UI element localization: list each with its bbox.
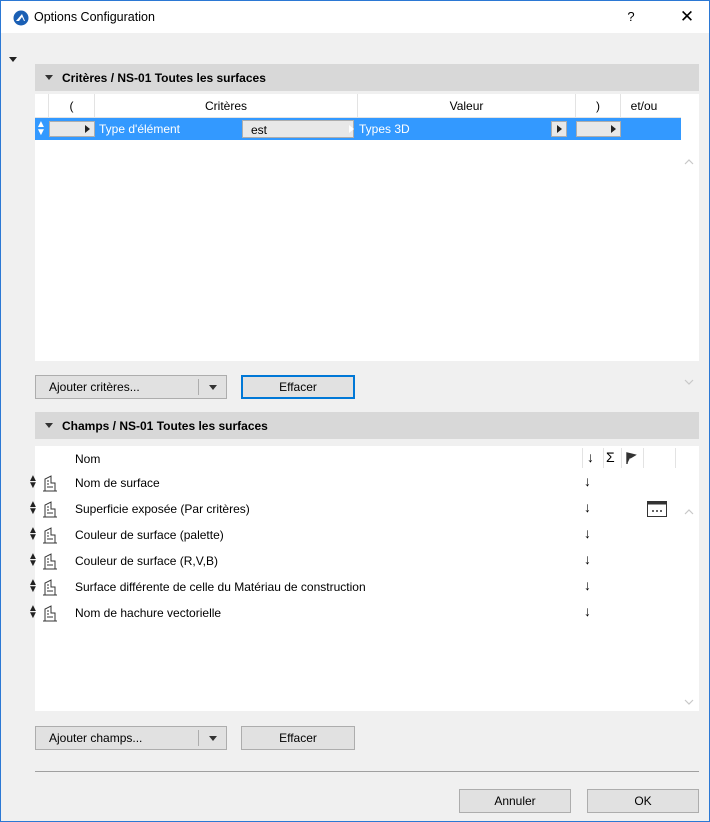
open-paren-column-header: ( (49, 94, 95, 118)
criteria-scroll-down-icon[interactable] (681, 376, 697, 388)
value-browse-button[interactable] (551, 121, 567, 137)
drag-column-header (35, 94, 49, 118)
fields-section-title: Champs / NS-01 Toutes les surfaces (62, 419, 268, 433)
field-row[interactable]: ▲ ▼ Surface différente de celle du Matéri… (28, 574, 681, 600)
sort-arrow-icon[interactable]: ↓ (584, 577, 591, 593)
add-criteria-button[interactable]: Ajouter critères... (35, 375, 227, 399)
and-or-column-header: et/ou (630, 99, 658, 113)
building-element-icon (43, 553, 57, 570)
building-element-icon (43, 605, 57, 622)
field-name: Nom de surface (75, 476, 160, 490)
sort-arrow-icon[interactable]: ↓ (584, 525, 591, 541)
close-paren-select[interactable] (576, 121, 621, 137)
field-name: Couleur de surface (palette) (75, 528, 224, 542)
row-drag-handle-icon[interactable]: ▲ ▼ (28, 474, 38, 491)
operator-arrow-icon[interactable] (349, 125, 354, 133)
field-row[interactable]: ▲ ▼ Nom de hachure vectorielle ↓ (28, 600, 681, 626)
field-name: Surface différente de celle du Matériau … (75, 580, 366, 594)
sort-arrow-icon[interactable]: ↓ (584, 473, 591, 489)
add-fields-label: Ajouter champs... (49, 731, 143, 745)
sum-column-icon[interactable]: Σ (606, 449, 615, 465)
help-button[interactable]: ? (613, 5, 649, 29)
add-criteria-label: Ajouter critères... (49, 380, 140, 394)
operator-value: est (251, 123, 268, 137)
add-fields-button[interactable]: Ajouter champs... (35, 726, 227, 750)
collapse-triangle-icon[interactable] (45, 423, 53, 428)
row-drag-handle-icon[interactable]: ▲ ▼ (35, 120, 47, 138)
building-element-icon (43, 475, 57, 492)
dialog-window: Options Configuration ? ✕ Critères / NS-… (0, 0, 710, 822)
value-column-header: Valeur (358, 94, 576, 118)
close-button[interactable]: ✕ (669, 5, 705, 29)
row-drag-handle-icon[interactable]: ▲ ▼ (28, 552, 38, 569)
criteria-value[interactable]: Types 3D (359, 122, 410, 136)
name-column-header: Nom (75, 452, 101, 466)
sort-column-icon[interactable]: ↓ (587, 449, 594, 465)
row-drag-handle-icon[interactable]: ▲ ▼ (28, 500, 38, 517)
sort-arrow-icon[interactable]: ↓ (584, 551, 591, 567)
fields-section-header[interactable]: Champs / NS-01 Toutes les surfaces (35, 412, 699, 439)
fields-list: Nom ↓ Σ ▲ ▼ Nom de surface ↓ ▲ ▼ Superfi… (28, 446, 699, 711)
collapse-triangle-icon[interactable] (45, 75, 53, 80)
criteria-row[interactable]: ▲ ▼ Type d'élément est Types 3D (35, 118, 681, 140)
criteria-section-header[interactable]: Critères / NS-01 Toutes les surfaces (35, 64, 699, 91)
dialog-client: Critères / NS-01 Toutes les surfaces ( C… (1, 33, 709, 821)
field-row[interactable]: ▲ ▼ Superficie exposée (Par critères) ↓ (28, 496, 681, 522)
chevron-down-icon[interactable] (209, 385, 217, 390)
archicad-app-icon (13, 10, 29, 26)
sort-arrow-icon[interactable]: ↓ (584, 603, 591, 619)
fields-scroll-up-icon[interactable] (681, 506, 697, 518)
open-paren-select[interactable] (49, 121, 95, 137)
field-row[interactable]: ▲ ▼ Nom de surface ↓ (28, 470, 681, 496)
building-element-icon (43, 501, 57, 518)
ok-button[interactable]: OK (587, 789, 699, 813)
settings-dialog-icon[interactable] (646, 500, 668, 518)
cancel-button[interactable]: Annuler (459, 789, 571, 813)
criteria-table-header: ( Critères Valeur ) et/ou (35, 94, 681, 118)
window-title: Options Configuration (34, 10, 155, 24)
fields-list-header: Nom ↓ Σ (35, 446, 681, 470)
criteria-type-value[interactable]: Type d'élément (99, 122, 180, 136)
building-element-icon (43, 527, 57, 544)
row-drag-handle-icon[interactable]: ▲ ▼ (28, 526, 38, 543)
close-paren-column-header: ) (576, 94, 621, 118)
sort-arrow-icon[interactable]: ↓ (584, 499, 591, 515)
clear-criteria-button[interactable]: Effacer (241, 375, 355, 399)
field-name: Couleur de surface (R,V,B) (75, 554, 218, 568)
criteria-column-header: Critères (95, 94, 358, 118)
row-drag-handle-icon[interactable]: ▲ ▼ (28, 578, 38, 595)
operator-select[interactable]: est (242, 120, 354, 138)
title-bar[interactable]: Options Configuration ? ✕ (1, 1, 709, 33)
criteria-section-title: Critères / NS-01 Toutes les surfaces (62, 71, 266, 85)
fields-scroll-down-icon[interactable] (681, 696, 697, 708)
field-name: Nom de hachure vectorielle (75, 606, 222, 620)
field-row[interactable]: ▲ ▼ Couleur de surface (palette) ↓ (28, 522, 681, 548)
field-name: Superficie exposée (Par critères) (75, 502, 250, 516)
row-drag-handle-icon[interactable]: ▲ ▼ (28, 604, 38, 621)
criteria-scroll-up-icon[interactable] (681, 156, 697, 168)
building-element-icon (43, 579, 57, 596)
criteria-table: ( Critères Valeur ) et/ou ▲ ▼ Type d'élém… (35, 94, 699, 385)
clear-fields-button[interactable]: Effacer (241, 726, 355, 750)
footer-divider (35, 771, 699, 772)
chevron-down-icon[interactable] (209, 736, 217, 741)
flag-column-icon[interactable] (625, 451, 637, 465)
field-row[interactable]: ▲ ▼ Couleur de surface (R,V,B) ↓ (28, 548, 681, 574)
corner-menu-triangle-icon[interactable] (9, 57, 17, 62)
